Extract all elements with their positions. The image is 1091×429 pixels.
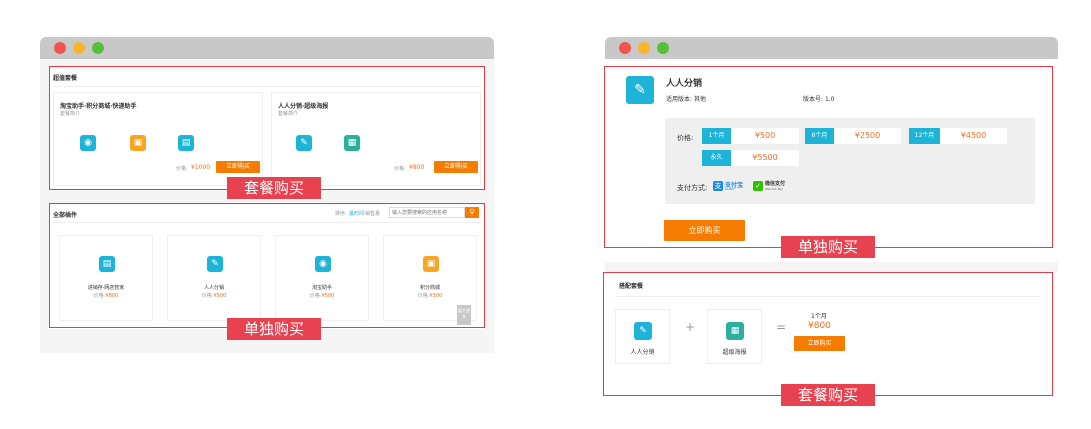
highlight-box xyxy=(604,66,1053,248)
section-gap xyxy=(605,262,1058,272)
highlight-box xyxy=(49,203,485,328)
minimize-dot-icon[interactable] xyxy=(73,42,85,54)
maximize-dot-icon[interactable] xyxy=(657,42,669,54)
maximize-dot-icon[interactable] xyxy=(92,42,104,54)
annotation-tag: 套餐购买 xyxy=(781,384,875,406)
annotation-tag: 套餐购买 xyxy=(227,177,321,199)
window-titlebar xyxy=(40,37,494,59)
close-dot-icon[interactable] xyxy=(54,42,66,54)
minimize-dot-icon[interactable] xyxy=(638,42,650,54)
window-titlebar xyxy=(605,37,1058,59)
highlight-box xyxy=(603,272,1053,396)
highlight-box xyxy=(49,66,485,190)
annotation-tag: 单独购买 xyxy=(227,318,321,340)
annotation-tag: 单独购买 xyxy=(781,236,875,258)
close-dot-icon[interactable] xyxy=(619,42,631,54)
